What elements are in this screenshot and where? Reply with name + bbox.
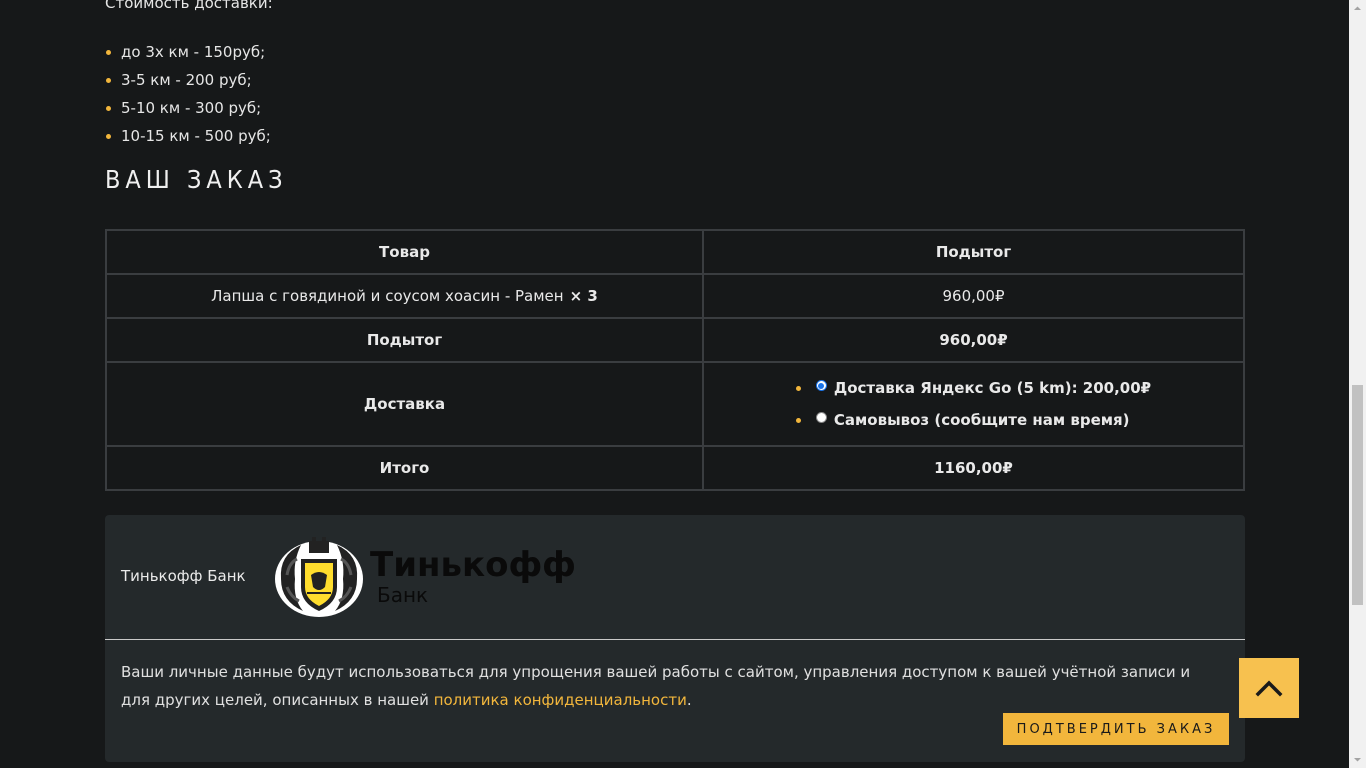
delivery-cost-label: Стоимость доставки: (105, 0, 273, 12)
shipping-label: Доставка (105, 361, 704, 447)
shipping-radio-yandex[interactable] (815, 380, 827, 391)
shipping-option-label[interactable]: Доставка Яндекс Go (5 km): 200,00₽ (834, 379, 1151, 397)
delivery-rate-item: 3-5 км - 200 руб; (105, 66, 271, 94)
table-row: Лапша с говядиной и соусом хоасин - Раме… (105, 273, 1245, 319)
tinkoff-crest-icon (275, 537, 363, 617)
delivery-rate-item: до 3х км - 150руб; (105, 38, 271, 66)
payment-method-tinkoff[interactable]: Тинькофф Банк Тинькофф Банк (105, 515, 1245, 640)
delivery-rate-item: 5-10 км - 300 руб; (105, 94, 271, 122)
product-price: 960,00₽ (702, 273, 1245, 319)
shipping-option-label[interactable]: Самовывоз (сообщите нам время) (834, 411, 1130, 429)
confirm-order-button[interactable]: ПОДТВЕРДИТЬ ЗАКАЗ (1003, 713, 1229, 745)
product-column-header: Товар (105, 229, 704, 275)
shipping-radio-pickup[interactable] (815, 412, 827, 423)
shipping-option-pickup[interactable]: Самовывоз (сообщите нам время) (795, 404, 1151, 436)
delivery-rate-item: 10-15 км - 500 руб; (105, 122, 271, 150)
payment-method-label[interactable]: Тинькофф Банк (121, 567, 246, 585)
shipping-option-yandex[interactable]: Доставка Яндекс Go (5 km): 200,00₽ (795, 372, 1151, 404)
order-title: ВАШ ЗАКАЗ (105, 165, 288, 194)
tinkoff-logo-title: Тинькофф (370, 545, 576, 585)
shipping-options-cell: Доставка Яндекс Go (5 km): 200,00₽ Самов… (702, 361, 1245, 447)
payment-panel: Тинькофф Банк Тинькофф Банк Ваши личные … (105, 515, 1245, 762)
total-label: Итого (105, 445, 704, 491)
table-row: Итого 1160,00₽ (105, 445, 1245, 491)
table-row: Доставка Доставка Яндекс Go (5 km): 200,… (105, 361, 1245, 447)
delivery-rates-list: до 3х км - 150руб; 3-5 км - 200 руб; 5-1… (105, 38, 271, 150)
privacy-notice: Ваши личные данные будут использоваться … (121, 658, 1221, 714)
total-value: 1160,00₽ (702, 445, 1245, 491)
scroll-down-arrow-icon[interactable] (1349, 751, 1366, 768)
page-scrollbar[interactable] (1349, 0, 1366, 768)
product-name: Лапша с говядиной и соусом хоасин - Раме… (211, 287, 564, 305)
order-table: Товар Подытог Лапша с говядиной и соусом… (105, 229, 1245, 491)
privacy-policy-link[interactable]: политика конфиденциальности (434, 691, 687, 709)
table-row: Подытог 960,00₽ (105, 317, 1245, 363)
tinkoff-logo-subtitle: Банк (377, 583, 429, 607)
scroll-up-arrow-icon[interactable] (1349, 0, 1366, 17)
scrollbar-thumb[interactable] (1352, 385, 1363, 605)
subtotal-value: 960,00₽ (702, 317, 1245, 363)
table-header-row: Товар Подытог (105, 229, 1245, 275)
subtotal-label: Подытог (105, 317, 704, 363)
scroll-to-top-button[interactable] (1239, 658, 1299, 718)
product-qty: × 3 (569, 287, 598, 305)
chevron-up-icon (1255, 680, 1283, 697)
shipping-options: Доставка Яндекс Go (5 km): 200,00₽ Самов… (795, 372, 1151, 436)
product-cell: Лапша с говядиной и соусом хоасин - Раме… (105, 273, 704, 319)
subtotal-column-header: Подытог (702, 229, 1245, 275)
privacy-end: . (686, 691, 692, 709)
